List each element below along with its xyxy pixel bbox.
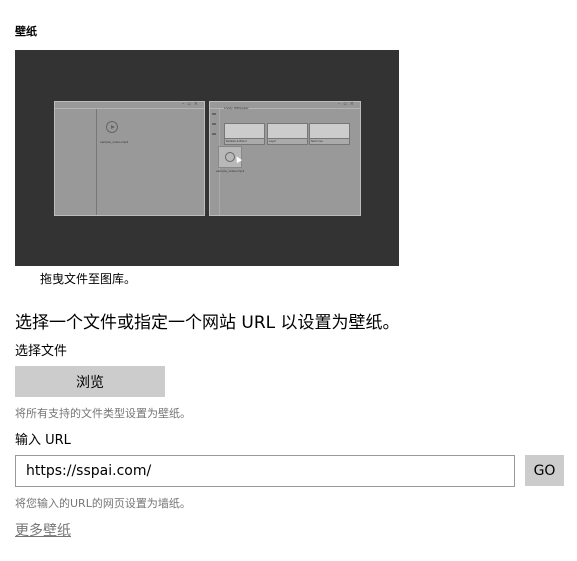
preview-app-title: Lively Wallpaper	[224, 106, 249, 110]
preview-nav-pane	[55, 109, 97, 215]
settings-icon	[212, 133, 216, 135]
preview-card-label: Parallax & Blend	[226, 140, 247, 143]
choose-file-label: 选择文件	[15, 344, 68, 359]
drag-drop-preview: –▫× sample_video.mp4 –▫× Lively Wallpape…	[15, 50, 399, 266]
browse-button[interactable]: 浏览	[15, 366, 165, 397]
window-controls-icon: –▫×	[181, 101, 201, 107]
section-title: 壁纸	[15, 25, 37, 38]
video-file-icon	[106, 121, 118, 133]
preview-card: Layer	[267, 123, 308, 145]
preview-file-name: sample_video.mp4	[100, 140, 129, 144]
dragged-file-label: sample_video.mp4	[216, 169, 245, 173]
preview-card-label: Layer	[269, 140, 276, 143]
window-controls-icon: –▫×	[337, 101, 357, 107]
more-wallpapers-link[interactable]: 更多壁纸	[15, 522, 71, 540]
go-button[interactable]: GO	[525, 455, 564, 486]
choose-file-hint: 将所有支持的文件类型设置为壁纸。	[15, 407, 191, 420]
url-hint: 将您输入的URL的网页设置为墙纸。	[15, 497, 191, 510]
preview-caption: 拖曳文件至图库。	[40, 272, 137, 286]
preview-card: Next Live	[309, 123, 350, 145]
preview-card: Parallax & Blend	[224, 123, 265, 145]
preview-titlebar: –▫×	[55, 101, 204, 109]
add-icon	[212, 123, 216, 125]
url-input[interactable]	[15, 455, 515, 487]
preview-card-label: Next Live	[311, 140, 323, 143]
page-subtitle: 选择一个文件或指定一个网站 URL 以设置为壁纸。	[15, 313, 400, 333]
menu-icon	[212, 113, 216, 115]
url-label: 输入 URL	[15, 433, 71, 448]
preview-explorer-window: –▫× sample_video.mp4	[54, 101, 205, 216]
